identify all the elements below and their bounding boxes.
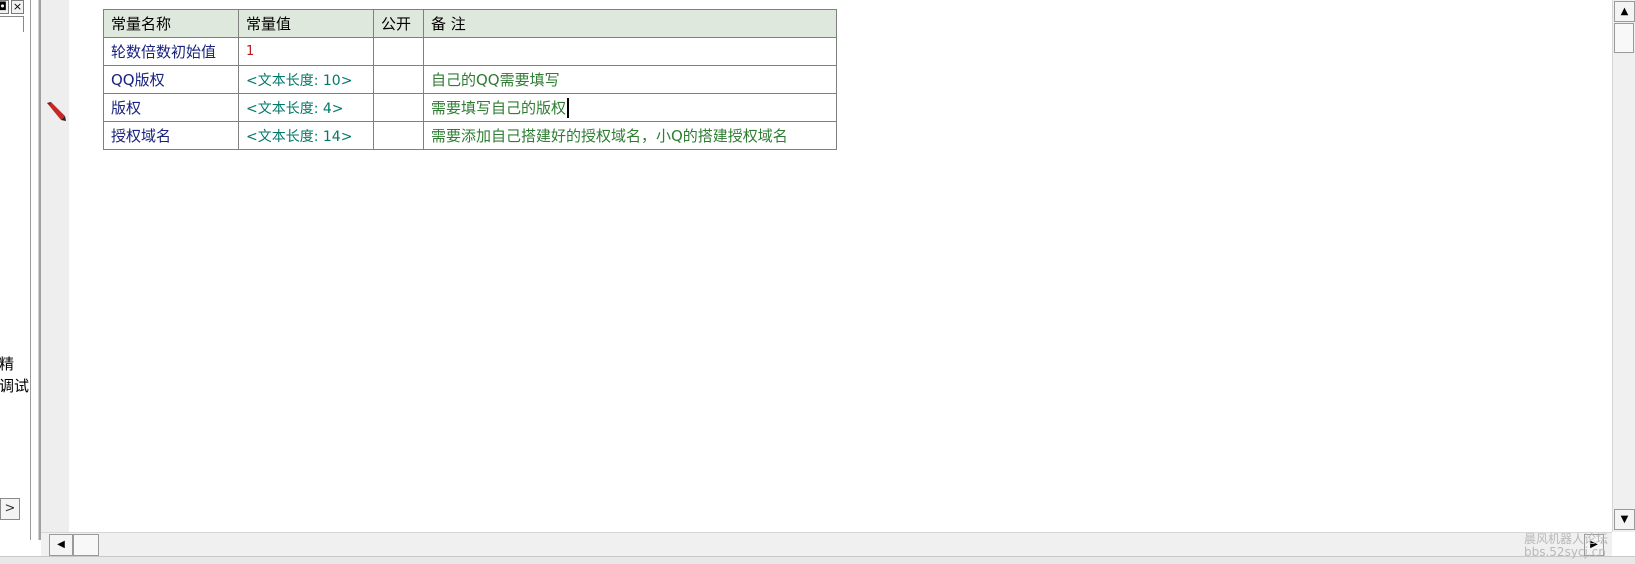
- scroll-up-icon[interactable]: ▲: [1614, 1, 1635, 22]
- panel-expand-arrow-icon[interactable]: >: [0, 498, 20, 520]
- status-strip: [0, 556, 1635, 564]
- header-public: 公开: [373, 9, 424, 38]
- constant-name-cell[interactable]: 轮数倍数初始值: [103, 37, 239, 66]
- constant-value-cell[interactable]: <文本长度: 10>: [238, 65, 374, 94]
- note-cell-editing[interactable]: 需要填写自己的版权: [423, 93, 837, 122]
- table-row[interactable]: QQ版权 <文本长度: 10> 自己的QQ需要填写: [103, 65, 837, 94]
- constant-name-cell[interactable]: 授权域名: [103, 121, 239, 150]
- pencil-icon: [47, 102, 66, 121]
- public-cell[interactable]: [373, 93, 424, 122]
- horizontal-scroll-thumb[interactable]: [73, 534, 99, 556]
- public-cell[interactable]: [373, 65, 424, 94]
- constant-value-cell[interactable]: <文本长度: 4>: [238, 93, 374, 122]
- constant-value-cell[interactable]: 1: [238, 37, 374, 66]
- horizontal-scrollbar[interactable]: ◀ ▶: [41, 532, 1612, 556]
- scroll-left-icon[interactable]: ◀: [49, 534, 73, 556]
- text-caret: [567, 98, 570, 119]
- constants-table: 常量名称 常量值 公开 备 注 轮数倍数初始值 1 QQ版权 <文本长度: 10…: [103, 9, 837, 150]
- public-cell[interactable]: [373, 37, 424, 66]
- constant-name-cell[interactable]: 版权: [103, 93, 239, 122]
- panel-frame: [0, 16, 24, 32]
- header-constant-name: 常量名称: [103, 9, 239, 38]
- header-constant-value: 常量值: [238, 9, 374, 38]
- constant-value-cell[interactable]: <文本长度: 14>: [238, 121, 374, 150]
- close-icon[interactable]: ×: [11, 0, 24, 14]
- editor-gutter: [41, 0, 69, 532]
- vertical-scroll-thumb[interactable]: [1614, 23, 1634, 53]
- left-dock-panel: ◘ × 精 调试 >: [0, 0, 31, 540]
- public-cell[interactable]: [373, 121, 424, 150]
- header-note: 备 注: [423, 9, 837, 38]
- panel-text-line2: 调试: [0, 377, 30, 395]
- note-cell[interactable]: [423, 37, 837, 66]
- table-row[interactable]: 轮数倍数初始值 1: [103, 37, 837, 66]
- constant-name-cell[interactable]: QQ版权: [103, 65, 239, 94]
- note-cell[interactable]: 自己的QQ需要填写: [423, 65, 837, 94]
- table-header-row: 常量名称 常量值 公开 备 注: [103, 9, 837, 38]
- restore-icon[interactable]: ◘: [0, 0, 9, 14]
- table-row[interactable]: 版权 <文本长度: 4> 需要填写自己的版权: [103, 93, 837, 122]
- panel-text-line1: 精: [0, 355, 15, 373]
- note-cell[interactable]: 需要添加自己搭建好的授权域名，小Q的搭建授权域名: [423, 121, 837, 150]
- vertical-scrollbar[interactable]: ▲ ▼: [1612, 0, 1635, 532]
- watermark: 晨风机器人论坛 bbs.52sycj.cn: [1524, 533, 1608, 559]
- watermark-line2: bbs.52sycj.cn: [1524, 545, 1606, 559]
- scroll-down-icon[interactable]: ▼: [1614, 509, 1635, 530]
- table-row[interactable]: 授权域名 <文本长度: 14> 需要添加自己搭建好的授权域名，小Q的搭建授权域名: [103, 121, 837, 150]
- note-text: 需要填写自己的版权: [431, 98, 567, 117]
